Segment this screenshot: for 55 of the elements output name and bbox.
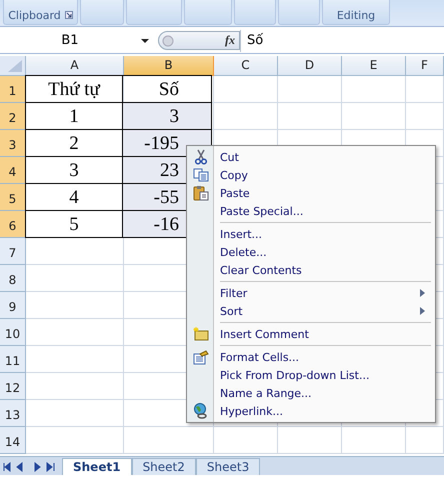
- row-header[interactable]: 9: [0, 292, 26, 319]
- clipboard-icon: [192, 185, 208, 201]
- dropdown-icon[interactable]: [140, 38, 150, 44]
- ribbon-group: [80, 0, 124, 25]
- row-header[interactable]: 5: [0, 184, 26, 211]
- copy-icon: [192, 168, 208, 182]
- menu-item[interactable]: Pick From Drop-down List...: [187, 366, 435, 384]
- submenu-arrow-icon: [420, 289, 425, 297]
- row-header[interactable]: 3: [0, 130, 26, 157]
- group-label: Clipboard: [8, 9, 61, 22]
- ribbon-group: [278, 0, 320, 25]
- formula-field[interactable]: Số: [240, 30, 444, 52]
- menu-item[interactable]: Format Cells...: [187, 348, 435, 366]
- dialog-launcher-icon[interactable]: [64, 11, 73, 19]
- column-header[interactable]: B: [124, 56, 214, 76]
- menu-item[interactable]: Sort: [187, 302, 435, 320]
- globe-link-icon: [192, 403, 208, 419]
- menu-item[interactable]: Hyperlink...: [187, 402, 435, 420]
- sheet-tab[interactable]: Sheet2: [132, 458, 196, 475]
- row-header[interactable]: 7: [0, 238, 26, 265]
- group-label: Editing: [336, 9, 376, 22]
- menu-item[interactable]: Clear Contents: [187, 261, 435, 279]
- row-header[interactable]: 6: [0, 211, 26, 238]
- column-header[interactable]: E: [342, 56, 406, 76]
- sheet-tab[interactable]: Sheet3: [196, 458, 260, 475]
- menu-item[interactable]: Insert Comment: [187, 325, 435, 343]
- column-header[interactable]: A: [26, 56, 124, 76]
- row-header[interactable]: 10: [0, 319, 26, 346]
- format-cells-icon: [192, 350, 208, 364]
- menu-item[interactable]: Delete...: [187, 243, 435, 261]
- row-header[interactable]: 2: [0, 103, 26, 130]
- row-header[interactable]: 11: [0, 346, 26, 373]
- sheet-tab[interactable]: Sheet1: [62, 458, 132, 475]
- row-header[interactable]: 4: [0, 157, 26, 184]
- table-cell: 3: [122, 102, 212, 130]
- row-header[interactable]: 14: [0, 427, 26, 454]
- row-header[interactable]: 8: [0, 265, 26, 292]
- ribbon-group: [234, 0, 276, 25]
- ribbon-group: [126, 0, 182, 25]
- row-header[interactable]: 12: [0, 373, 26, 400]
- ribbon-group: [184, 0, 232, 25]
- column-header[interactable]: C: [214, 56, 278, 76]
- row-header[interactable]: 1: [0, 76, 26, 103]
- insert-function-button[interactable]: fx: [225, 33, 235, 48]
- submenu-arrow-icon: [420, 307, 425, 315]
- table-cell: Thứ tự: [25, 75, 123, 103]
- row-header[interactable]: 13: [0, 400, 26, 427]
- scissors-icon: [194, 149, 208, 165]
- grip-icon: [162, 34, 174, 46]
- column-header[interactable]: D: [278, 56, 342, 76]
- name-box[interactable]: B1: [0, 33, 140, 48]
- column-header[interactable]: F: [406, 56, 444, 76]
- menu-item[interactable]: Filter: [187, 284, 435, 302]
- note-icon: [192, 327, 208, 341]
- menu-item[interactable]: Name a Range...: [187, 384, 435, 402]
